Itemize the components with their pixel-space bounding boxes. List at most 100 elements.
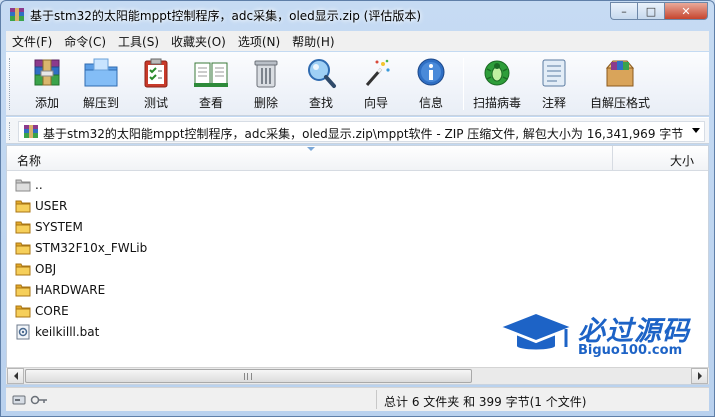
winrar-icon [10, 8, 24, 21]
extract-folder-icon [84, 58, 118, 87]
add-label: 添加 [34, 96, 59, 110]
list-item[interactable]: SYSTEM [15, 216, 83, 237]
folder-up-icon [15, 179, 31, 191]
info-icon [417, 58, 445, 86]
trash-icon [254, 60, 278, 88]
maximize-button[interactable]: □ [637, 2, 664, 20]
chevron-right-icon [697, 372, 702, 380]
column-header-size[interactable]: 大小 [670, 152, 694, 169]
delete-button[interactable]: 删除 [241, 56, 291, 114]
minimize-button[interactable]: – [610, 2, 637, 20]
list-item[interactable]: CORE [15, 300, 69, 321]
toolbar: 添加 解压到 测试 查看 删除 查找 向导 信息 扫描病毒 注释 自解压格式 [6, 52, 709, 116]
address-path: 基于stm32的太阳能mppt控制程序，adc采集，oled显示.zip\mpp… [43, 127, 684, 141]
list-item-name: STM32F10x_FWLib [35, 240, 148, 255]
list-item-name: .. [35, 177, 43, 192]
folder-icon [15, 305, 31, 317]
extract-to-button[interactable]: 解压到 [76, 56, 126, 114]
list-item-name: SYSTEM [35, 219, 83, 234]
menu-file[interactable]: 文件(F) [12, 33, 52, 50]
folder-icon [15, 263, 31, 275]
extract-to-label: 解压到 [82, 96, 119, 110]
list-item-name: CORE [35, 303, 69, 318]
wizard-label: 向导 [363, 96, 388, 110]
column-header-name[interactable]: 名称 [17, 152, 41, 169]
comment-label: 注释 [541, 96, 566, 110]
folder-icon [15, 284, 31, 296]
comment-note-icon [542, 59, 566, 87]
list-header: 名称 大小 [7, 146, 708, 171]
batch-file-icon [16, 324, 30, 339]
address-grip[interactable] [9, 122, 12, 140]
scroll-left-button[interactable] [7, 368, 24, 384]
info-label: 信息 [418, 96, 443, 110]
list-item[interactable]: STM32F10x_FWLib [15, 237, 147, 258]
drive-icon[interactable] [12, 393, 26, 407]
chevron-left-icon [13, 372, 18, 380]
add-archive-icon [34, 59, 60, 86]
address-bar: 基于stm32的太阳能mppt控制程序，adc采集，oled显示.zip\mpp… [6, 117, 709, 144]
comment-button[interactable]: 注释 [529, 56, 579, 114]
magic-wand-icon [365, 59, 390, 86]
key-icon[interactable] [30, 393, 48, 407]
title-bar[interactable]: 基于stm32的太阳能mppt控制程序，adc采集，oled显示.zip (评估… [1, 1, 714, 29]
menu-options[interactable]: 选项(N) [238, 33, 280, 50]
list-item-name: keilkilll.bat [35, 324, 100, 339]
menu-help[interactable]: 帮助(H) [292, 33, 334, 50]
folder-icon [15, 221, 31, 233]
menu-bar: 文件(F) 命令(C) 工具(S) 收藏夹(O) 选项(N) 帮助(H) [6, 31, 709, 51]
info-button[interactable]: 信息 [406, 56, 456, 114]
status-divider [376, 390, 377, 409]
toolbar-grip[interactable] [9, 58, 12, 110]
add-button[interactable]: 添加 [22, 56, 72, 114]
close-button[interactable]: ✕ [664, 2, 708, 20]
list-item[interactable]: .. [15, 174, 43, 195]
menu-favorites[interactable]: 收藏夹(O) [171, 33, 226, 50]
delete-label: 删除 [253, 96, 278, 110]
app-window: 基于stm32的太阳能mppt控制程序，adc采集，oled显示.zip (评估… [0, 0, 715, 417]
winrar-icon [24, 125, 38, 138]
test-button[interactable]: 测试 [131, 56, 181, 114]
watermark-logo: 必过源码 Biguo100.com [496, 307, 701, 363]
wizard-button[interactable]: 向导 [351, 56, 401, 114]
list-item-name: OBJ [35, 261, 57, 276]
status-icons [12, 393, 48, 407]
list-item[interactable]: USER [15, 195, 67, 216]
column-divider[interactable] [612, 146, 613, 171]
status-summary: 总计 6 文件夹 和 399 字节(1 个文件) [384, 395, 587, 409]
menu-tools[interactable]: 工具(S) [118, 33, 159, 50]
virus-bug-icon [484, 60, 510, 86]
scroll-grip [244, 373, 252, 380]
view-book-icon [194, 62, 228, 87]
menu-command[interactable]: 命令(C) [64, 33, 106, 50]
scroll-thumb[interactable] [25, 369, 472, 383]
scan-virus-button[interactable]: 扫描病毒 [472, 56, 522, 114]
list-item-name: USER [35, 198, 68, 213]
find-label: 查找 [308, 96, 333, 110]
find-button[interactable]: 查找 [296, 56, 346, 114]
graduation-cap-icon [497, 311, 575, 352]
view-button[interactable]: 查看 [186, 56, 236, 114]
toolbar-separator [463, 58, 464, 110]
search-icon [308, 59, 336, 88]
list-item[interactable]: keilkilll.bat [15, 321, 99, 342]
address-path-field[interactable]: 基于stm32的太阳能mppt控制程序，adc采集，oled显示.zip\mpp… [18, 121, 705, 142]
scroll-right-button[interactable] [691, 368, 708, 384]
window-controls: – □ ✕ [610, 2, 708, 20]
sfx-button[interactable]: 自解压格式 [588, 56, 652, 114]
horizontal-scrollbar[interactable] [6, 367, 709, 384]
chevron-down-icon[interactable] [692, 128, 700, 133]
list-item-name: HARDWARE [35, 282, 106, 297]
folder-icon [15, 200, 31, 212]
list-item[interactable]: OBJ [15, 258, 56, 279]
sfx-label: 自解压格式 [589, 96, 650, 110]
view-label: 查看 [198, 96, 223, 110]
list-item[interactable]: HARDWARE [15, 279, 105, 300]
watermark-subtitle: Biguo100.com [578, 343, 683, 358]
sort-arrow-icon [307, 147, 315, 151]
status-bar: 总计 6 文件夹 和 399 字节(1 个文件) [6, 387, 709, 411]
folder-icon [15, 242, 31, 254]
test-label: 测试 [143, 96, 168, 110]
scan-virus-label: 扫描病毒 [472, 96, 521, 110]
sfx-box-icon [605, 60, 635, 87]
